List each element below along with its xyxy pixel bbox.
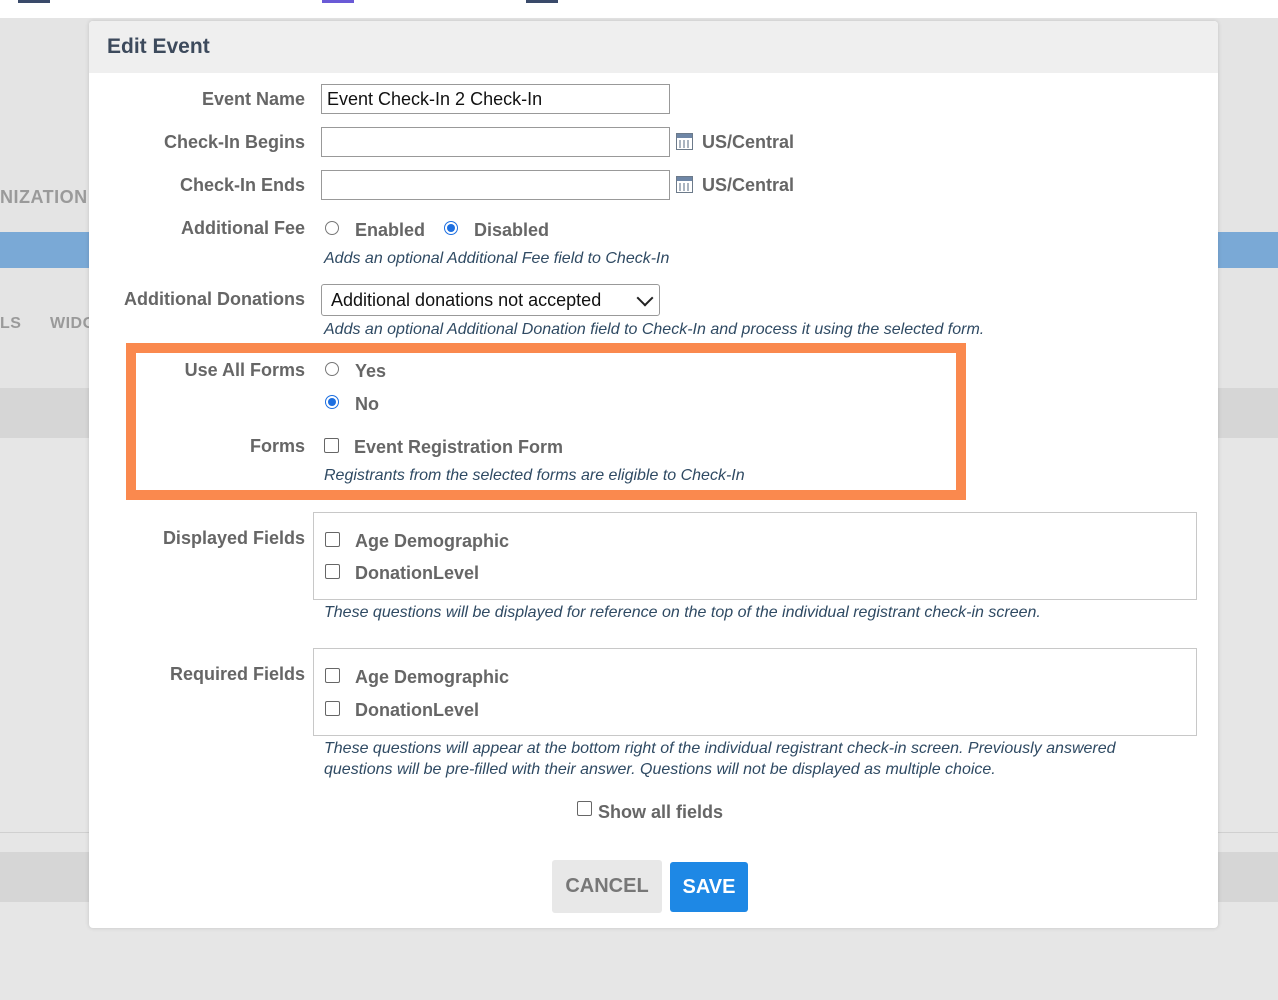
displayed-donationlevel-checkbox[interactable] [325, 564, 340, 579]
checkin-ends-label: Check-In Ends [179, 175, 305, 195]
additional-fee-hint: Adds an optional Additional Fee field to… [324, 250, 670, 267]
modal-title: Edit Event [107, 35, 210, 58]
displayed-age-demographic-label[interactable]: Age Demographic [355, 531, 509, 552]
background-nav-mark [18, 0, 50, 3]
checkin-ends-timezone: US/Central [702, 175, 795, 195]
additional-fee-disabled-radio[interactable] [444, 221, 458, 235]
checkin-begins-timezone: US/Central [702, 132, 795, 152]
show-all-fields-label[interactable]: Show all fields [598, 802, 723, 823]
forms-hint: Registrants from the selected forms are … [324, 467, 745, 484]
save-button[interactable]: SAVE [670, 862, 748, 912]
use-all-forms-yes-radio[interactable] [325, 362, 339, 376]
displayed-donationlevel-label[interactable]: DonationLevel [355, 563, 479, 584]
required-donationlevel-checkbox[interactable] [325, 701, 340, 716]
calendar-icon[interactable] [676, 133, 693, 150]
modal-header: Edit Event [89, 21, 1218, 73]
use-all-forms-no-label[interactable]: No [355, 394, 379, 415]
background-top-bar [0, 0, 1278, 18]
displayed-age-demographic-checkbox[interactable] [325, 532, 340, 547]
additional-donations-label: Additional Donations [124, 289, 305, 309]
required-age-demographic-checkbox[interactable] [325, 668, 340, 683]
use-all-forms-yes-label[interactable]: Yes [355, 361, 386, 382]
event-name-input[interactable] [321, 84, 670, 114]
use-all-forms-label: Use All Forms [184, 360, 305, 380]
calendar-icon[interactable] [676, 176, 693, 193]
cancel-button[interactable]: CANCEL [552, 860, 662, 913]
checkin-begins-input[interactable] [321, 127, 670, 157]
background-nav-mark [322, 0, 354, 3]
required-donationlevel-label[interactable]: DonationLevel [355, 700, 479, 721]
displayed-fields-box [313, 512, 1197, 600]
additional-fee-disabled-label[interactable]: Disabled [474, 220, 549, 241]
additional-fee-label: Additional Fee [180, 218, 305, 238]
event-registration-form-checkbox[interactable] [324, 438, 339, 453]
background-tab-text: LS [0, 315, 22, 332]
use-all-forms-no-radio[interactable] [325, 395, 339, 409]
additional-donations-hint: Adds an optional Additional Donation fie… [324, 321, 985, 338]
additional-fee-enabled-radio[interactable] [325, 221, 339, 235]
displayed-fields-label: Displayed Fields [162, 528, 305, 548]
background-nav-mark [526, 0, 558, 3]
required-fields-box [313, 648, 1197, 736]
event-name-label: Event Name [201, 89, 305, 109]
displayed-fields-hint: These questions will be displayed for re… [324, 604, 1041, 621]
checkin-begins-label: Check-In Begins [163, 132, 305, 152]
event-registration-form-label[interactable]: Event Registration Form [354, 437, 563, 458]
show-all-fields-checkbox[interactable] [577, 801, 592, 816]
required-fields-hint-line2: questions will be pre-filled with their … [324, 761, 996, 778]
additional-donations-select[interactable]: Additional donations not accepted [321, 284, 660, 316]
required-fields-hint-line1: These questions will appear at the botto… [324, 740, 1116, 757]
forms-label: Forms [249, 436, 305, 456]
additional-donations-selected-value: Additional donations not accepted [331, 290, 602, 310]
chevron-down-icon [636, 289, 654, 307]
required-age-demographic-label[interactable]: Age Demographic [355, 667, 509, 688]
checkin-ends-input[interactable] [321, 170, 670, 200]
required-fields-label: Required Fields [169, 664, 305, 684]
additional-fee-enabled-label[interactable]: Enabled [355, 220, 425, 241]
